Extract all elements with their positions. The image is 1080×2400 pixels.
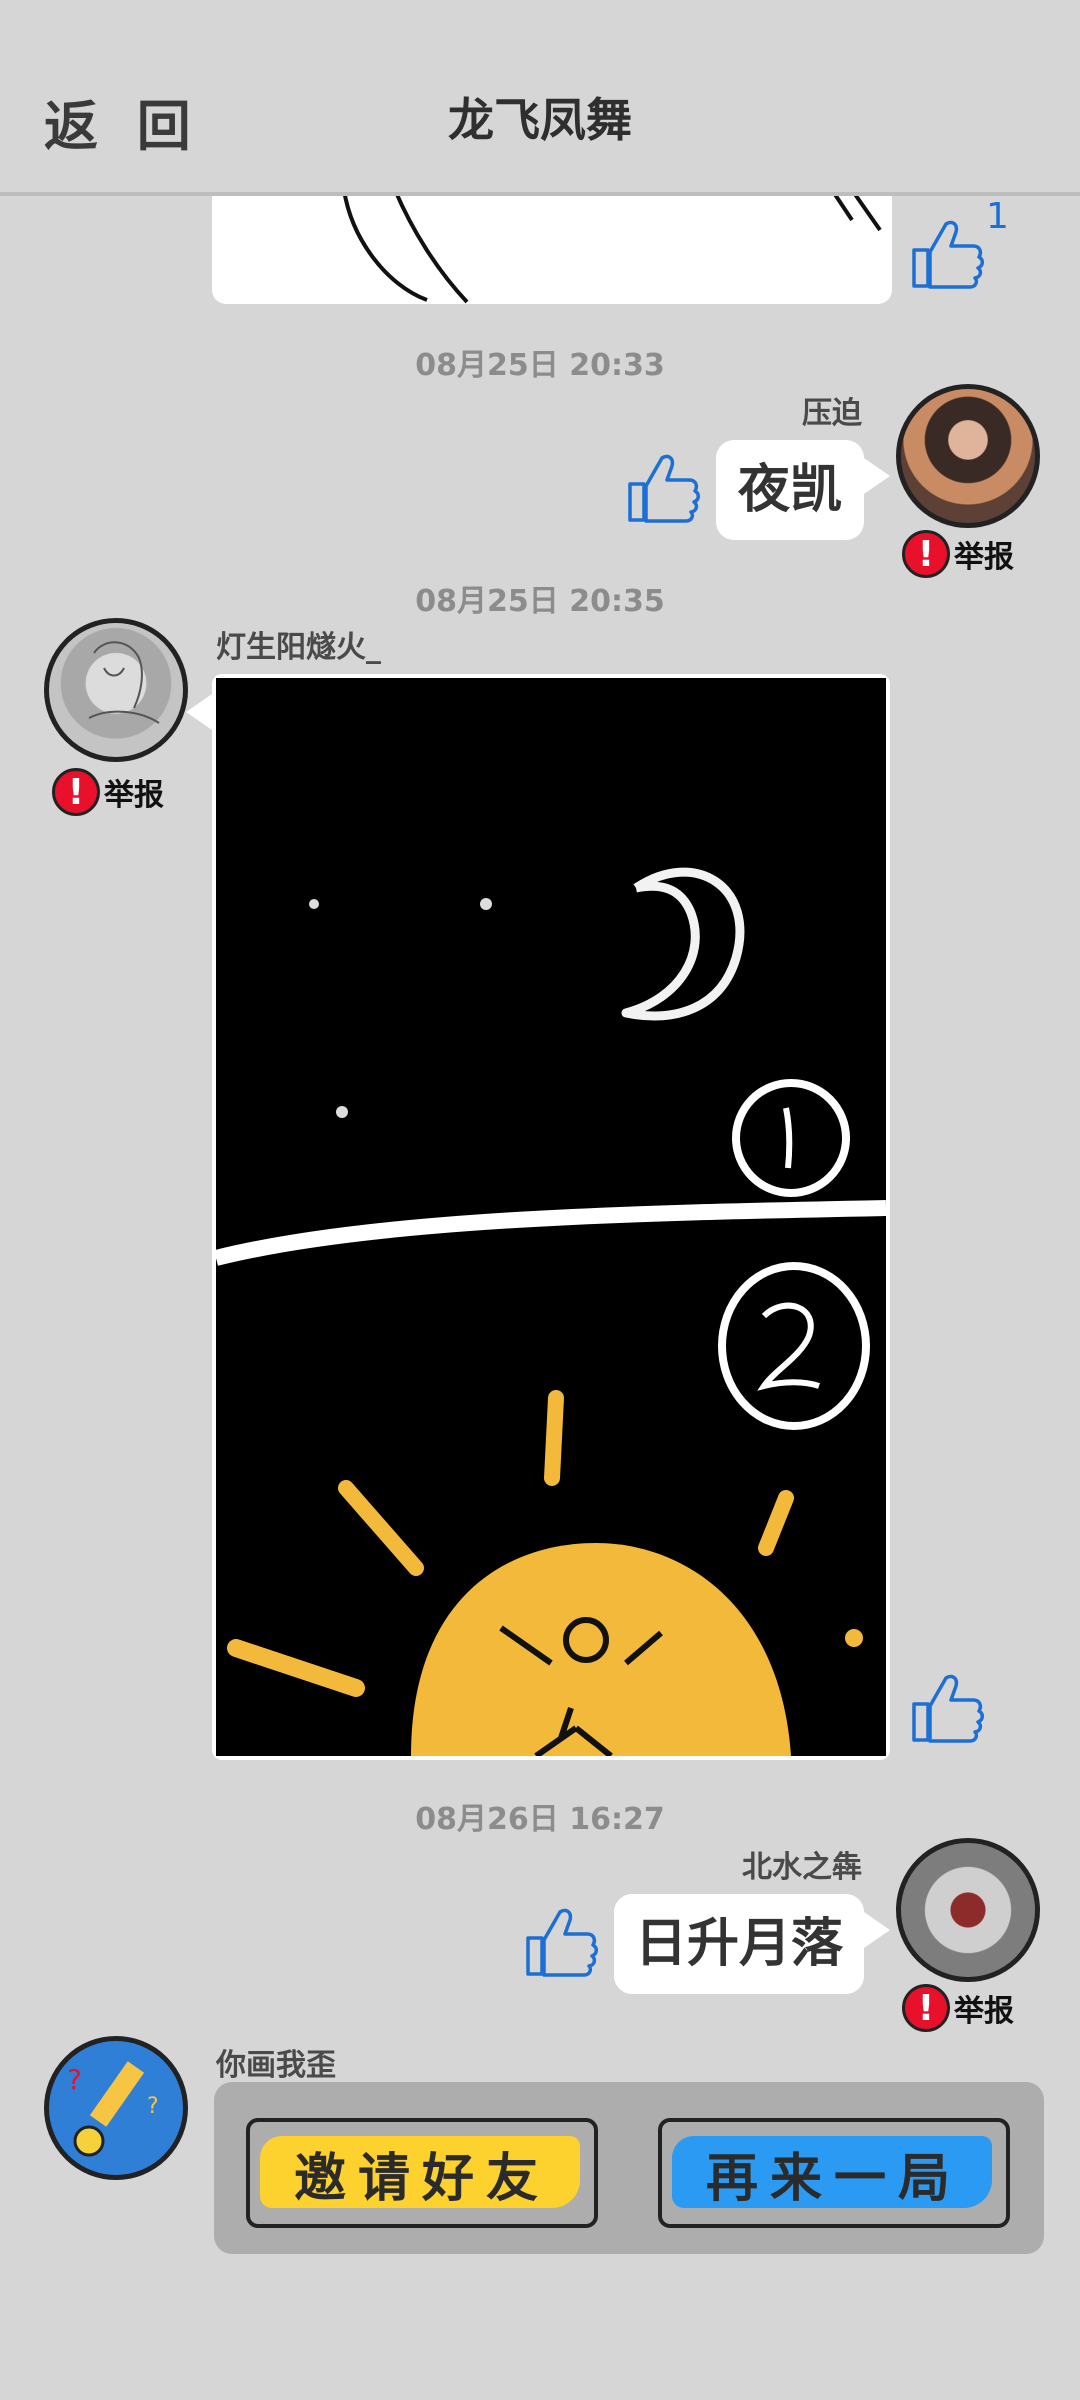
bubble-tail (186, 694, 212, 730)
invite-friends-button[interactable]: 邀请好友 (246, 2118, 598, 2228)
report-button[interactable]: ! 举报 (902, 530, 1014, 578)
exclamation-icon: ! (902, 530, 950, 578)
game-panel: 邀请好友 再来一局 (214, 2082, 1044, 2254)
thumbs-up-icon[interactable] (520, 1902, 600, 1982)
avatar[interactable] (44, 618, 188, 762)
report-label: 举报 (954, 540, 1014, 575)
report-button[interactable]: ! 举报 (52, 768, 164, 816)
svg-text:?: ? (147, 2094, 159, 2119)
exclamation-icon: ! (52, 768, 100, 816)
message-bubble[interactable]: 日升月落 (614, 1894, 864, 1994)
thumbs-up-icon[interactable] (622, 448, 702, 528)
thumbs-up-icon[interactable] (906, 214, 986, 294)
like-count: 1 (986, 196, 1009, 237)
button-label: 邀请好友 (293, 2147, 550, 2209)
sender-name: 你画我歪 (216, 2048, 336, 2083)
svg-text:?: ? (67, 2063, 82, 2096)
message-bubble[interactable]: 夜凯 (716, 440, 864, 540)
report-label: 举报 (104, 778, 164, 813)
avatar[interactable] (896, 1838, 1040, 1982)
report-label: 举报 (954, 1994, 1014, 2029)
avatar[interactable] (896, 384, 1040, 528)
page-title: 龙飞凤舞 (448, 93, 632, 147)
night-sun-drawing (216, 678, 886, 1756)
sketch-portrait (88, 641, 160, 724)
exclamation-icon: ! (902, 1984, 950, 2032)
game-logo-avatar[interactable]: ? ? (44, 2036, 188, 2180)
sender-name: 北水之犇 (742, 1850, 862, 1885)
message-timestamp: 08月26日 16:27 (415, 1802, 665, 1837)
message-timestamp: 08月25日 20:33 (415, 348, 665, 383)
thumbs-up-icon[interactable] (906, 1668, 986, 1748)
sender-name: 灯生阳燧火_ (216, 630, 381, 665)
report-button[interactable]: ! 举报 (902, 1984, 1014, 2032)
sender-name: 压迫 (802, 396, 862, 431)
play-again-button[interactable]: 再来一局 (658, 2118, 1010, 2228)
bubble-tail (864, 458, 890, 494)
button-label: 再来一局 (705, 2147, 962, 2209)
message-timestamp: 08月25日 20:35 (415, 584, 665, 619)
top-bar: 返 回 龙飞凤舞 (0, 0, 1080, 196)
bubble-tail (864, 1912, 890, 1948)
drawing-image[interactable] (212, 674, 890, 1760)
pencil-icon: ? ? (67, 2061, 159, 2157)
